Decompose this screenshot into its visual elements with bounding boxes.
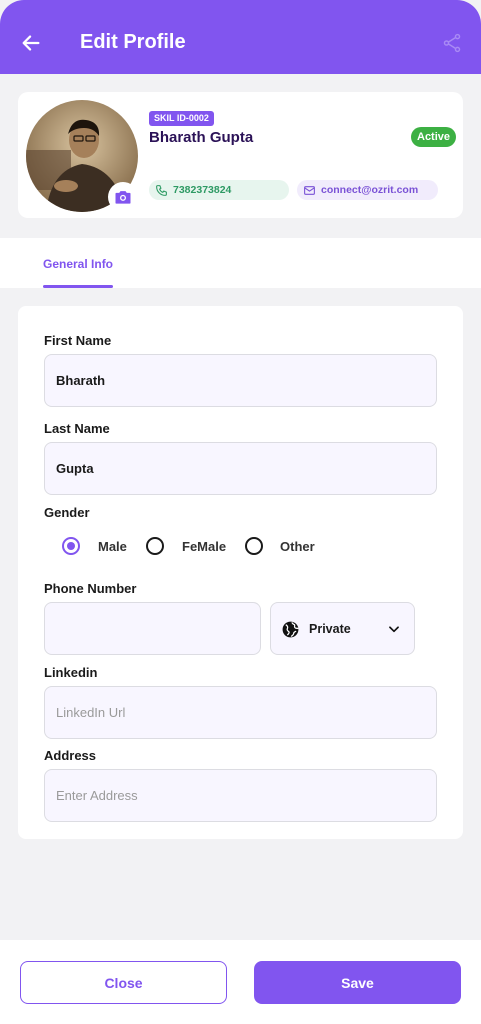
general-info-form: First Name Bharath Last Name Gupta Gende… [18, 306, 463, 839]
address-input[interactable]: Enter Address [44, 769, 437, 822]
save-button[interactable]: Save [254, 961, 461, 1004]
tab-active-indicator [43, 285, 113, 288]
linkedin-label: Linkedin [44, 665, 98, 680]
skil-id-badge: SKIL ID-0002 [149, 111, 214, 126]
address-label: Address [44, 748, 97, 763]
status-badge: Active [411, 127, 457, 147]
mail-icon [304, 185, 315, 195]
last-name-input[interactable]: Gupta [44, 442, 437, 495]
email-text: connect@ozrit.com [321, 184, 419, 196]
profile-name: Bharath Gupta [149, 129, 254, 146]
phone-icon [156, 184, 167, 196]
gender-other-radio[interactable] [245, 537, 263, 555]
tab-general-info[interactable]: General Info [43, 257, 113, 271]
gender-female-radio[interactable] [146, 537, 164, 555]
privacy-value: Private [309, 622, 351, 636]
first-name-label: First Name [44, 333, 112, 348]
camera-icon [115, 191, 131, 204]
close-button[interactable]: Close [20, 961, 227, 1004]
phone-privacy-select[interactable]: Private [270, 602, 415, 655]
back-button[interactable] [18, 30, 44, 56]
chevron-down-icon [389, 626, 399, 633]
tabs-bar: General Info [0, 238, 481, 288]
gender-male-radio[interactable] [62, 537, 80, 555]
footer-bar: Close Save [0, 940, 481, 1024]
email-pill[interactable]: connect@ozrit.com [297, 180, 438, 200]
arrow-left-icon [22, 35, 40, 51]
app-header: Edit Profile [0, 0, 481, 74]
profile-card: SKIL ID-0002 Bharath Gupta Active 738237… [18, 92, 463, 218]
linkedin-input[interactable]: LinkedIn Url [44, 686, 437, 739]
share-button[interactable] [441, 32, 463, 54]
first-name-input[interactable]: Bharath [44, 354, 437, 407]
gender-other-label: Other [280, 539, 315, 554]
phone-text: 7382373824 [173, 184, 232, 196]
gender-male-label: Male [98, 539, 127, 554]
page-title: Edit Profile [80, 31, 186, 53]
share-icon [443, 33, 461, 53]
last-name-label: Last Name [44, 421, 110, 436]
phone-number-label: Phone Number [44, 581, 137, 596]
gender-label: Gender [44, 505, 90, 520]
gender-female-label: FeMale [182, 539, 227, 554]
phone-pill[interactable]: 7382373824 [149, 180, 289, 200]
change-photo-button[interactable] [108, 182, 138, 212]
globe-icon [282, 621, 299, 638]
phone-number-input[interactable] [44, 602, 261, 655]
